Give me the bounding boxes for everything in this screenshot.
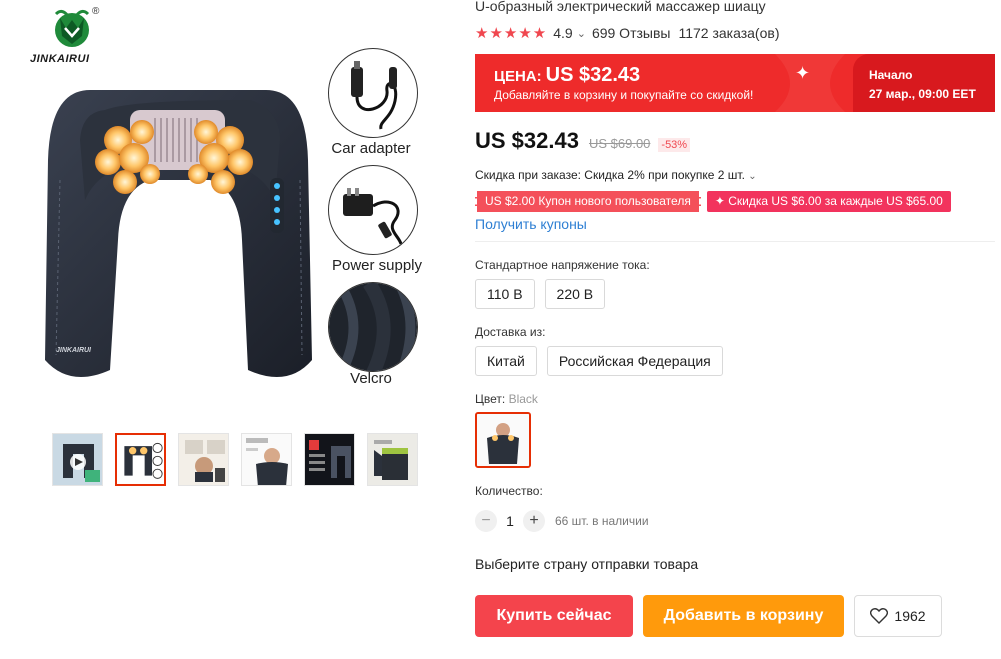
action-buttons: Купить сейчас Добавить в корзину 1962 (475, 595, 942, 637)
color-swatch-black[interactable] (475, 412, 531, 468)
quantity-stepper: − 1 + 66 шт. в наличии (475, 510, 649, 532)
chevron-down-icon: ⌄ (748, 171, 757, 182)
promo-banner: ЦЕНА: US $32.43 Добавляйте в корзину и по… (475, 54, 995, 112)
wishlist-count: 1962 (894, 608, 926, 624)
thumbnail-active[interactable] (115, 433, 166, 486)
thumbnail[interactable] (241, 433, 292, 486)
voltage-option-110[interactable]: 110 В (475, 279, 535, 309)
rating-value[interactable]: 4.9 (553, 25, 572, 41)
thumbnail[interactable] (52, 433, 103, 486)
accessory-label: Power supply (331, 257, 423, 274)
ships-from-russia[interactable]: Российская Федерация (546, 346, 723, 376)
thumbnail-strip (52, 433, 418, 486)
rating-stars-icon: ★★★★★ (475, 25, 548, 42)
voltage-label: Стандартное напряжение тока: (475, 258, 650, 272)
old-price: US $69.00 (588, 136, 651, 151)
velcro-strap-icon (329, 283, 417, 371)
coupon-store-discount[interactable]: ✦ Скидка US $6.00 за каждые US $65.00 (706, 191, 951, 212)
promo-start-label: Начало (869, 68, 913, 82)
stock-count: 66 шт. в наличии (555, 514, 649, 528)
orders-count: 1172 заказа(ов) (678, 25, 780, 41)
buy-now-button[interactable]: Купить сейчас (475, 595, 633, 637)
registered-mark: ® (92, 6, 100, 17)
promo-start-time: 27 мар., 09:00 EET (869, 87, 976, 101)
get-coupons-link[interactable]: Получить купоны (475, 216, 587, 232)
thumbnail[interactable] (367, 433, 418, 486)
wishlist-button[interactable]: 1962 (854, 595, 942, 637)
color-label: Цвет: (475, 392, 506, 406)
power-supply-icon (343, 188, 403, 245)
accessory-power-supply (328, 165, 418, 255)
thumbnail[interactable] (304, 433, 355, 486)
quantity-label: Количество: (475, 484, 543, 498)
chevron-down-icon[interactable]: ⌄ (577, 27, 586, 40)
brand-logo-mark (54, 9, 90, 47)
coupon-list: US $2.00 Купон нового пользователя ✦ Ски… (475, 191, 951, 212)
divider (475, 241, 995, 242)
accessory-car-adapter (328, 48, 418, 138)
ships-from-label: Доставка из: (475, 325, 546, 339)
brand-logo: ® JINKAIRUI (30, 6, 120, 66)
add-to-cart-button[interactable]: Добавить в корзину (643, 595, 844, 637)
accessory-label: Car adapter (331, 140, 411, 157)
car-adapter-icon (351, 61, 398, 130)
order-discount-text: Скидка при заказе: Скидка 2% при покупке… (475, 168, 745, 182)
current-price: US $32.43 (475, 128, 579, 153)
accessory-label: Velcro (350, 370, 392, 387)
sparkle-icon: ✦ (795, 63, 811, 83)
color-selected: Black (508, 392, 538, 406)
ships-from-options: Китай Российская Федерация (475, 346, 723, 376)
order-discount[interactable]: Скидка при заказе: Скидка 2% при покупке… (475, 168, 757, 182)
thumbnail[interactable] (178, 433, 229, 486)
quantity-increase-button[interactable]: + (523, 510, 545, 532)
ships-from-china[interactable]: Китай (475, 346, 537, 376)
brand-name: JINKAIRUI (30, 53, 90, 65)
device-brand-label: JINKAIRUI (56, 347, 92, 354)
reviews-link[interactable]: 699 Отзывы (592, 25, 671, 41)
price-row: US $32.43 US $69.00 -53% (475, 128, 691, 154)
swatch-image (477, 414, 529, 466)
discount-badge: -53% (658, 138, 691, 152)
accessory-velcro (328, 282, 418, 372)
quantity-decrease-button[interactable]: − (475, 510, 497, 532)
product-gallery: ® JINKAIRUI JINKAIRUI Car adapter Power … (0, 0, 440, 659)
main-product-image[interactable]: JINKAIRUI (30, 70, 325, 390)
color-label-row: Цвет: Black (475, 392, 538, 406)
voltage-options: 110 В 220 В (475, 279, 606, 309)
coupon-new-user[interactable]: US $2.00 Купон нового пользователя (475, 191, 701, 212)
quantity-value[interactable]: 1 (497, 513, 523, 529)
product-title: U-образный электрический массажер шиацу (475, 0, 766, 14)
heart-icon (870, 608, 889, 624)
ship-country-prompt: Выберите страну отправки товара (475, 556, 699, 572)
promo-start: Начало 27 мар., 09:00 EET (853, 54, 995, 112)
voltage-option-220[interactable]: 220 В (544, 279, 606, 309)
rating-row: ★★★★★ 4.9 ⌄ 699 Отзывы 1172 заказа(ов) (475, 24, 779, 42)
